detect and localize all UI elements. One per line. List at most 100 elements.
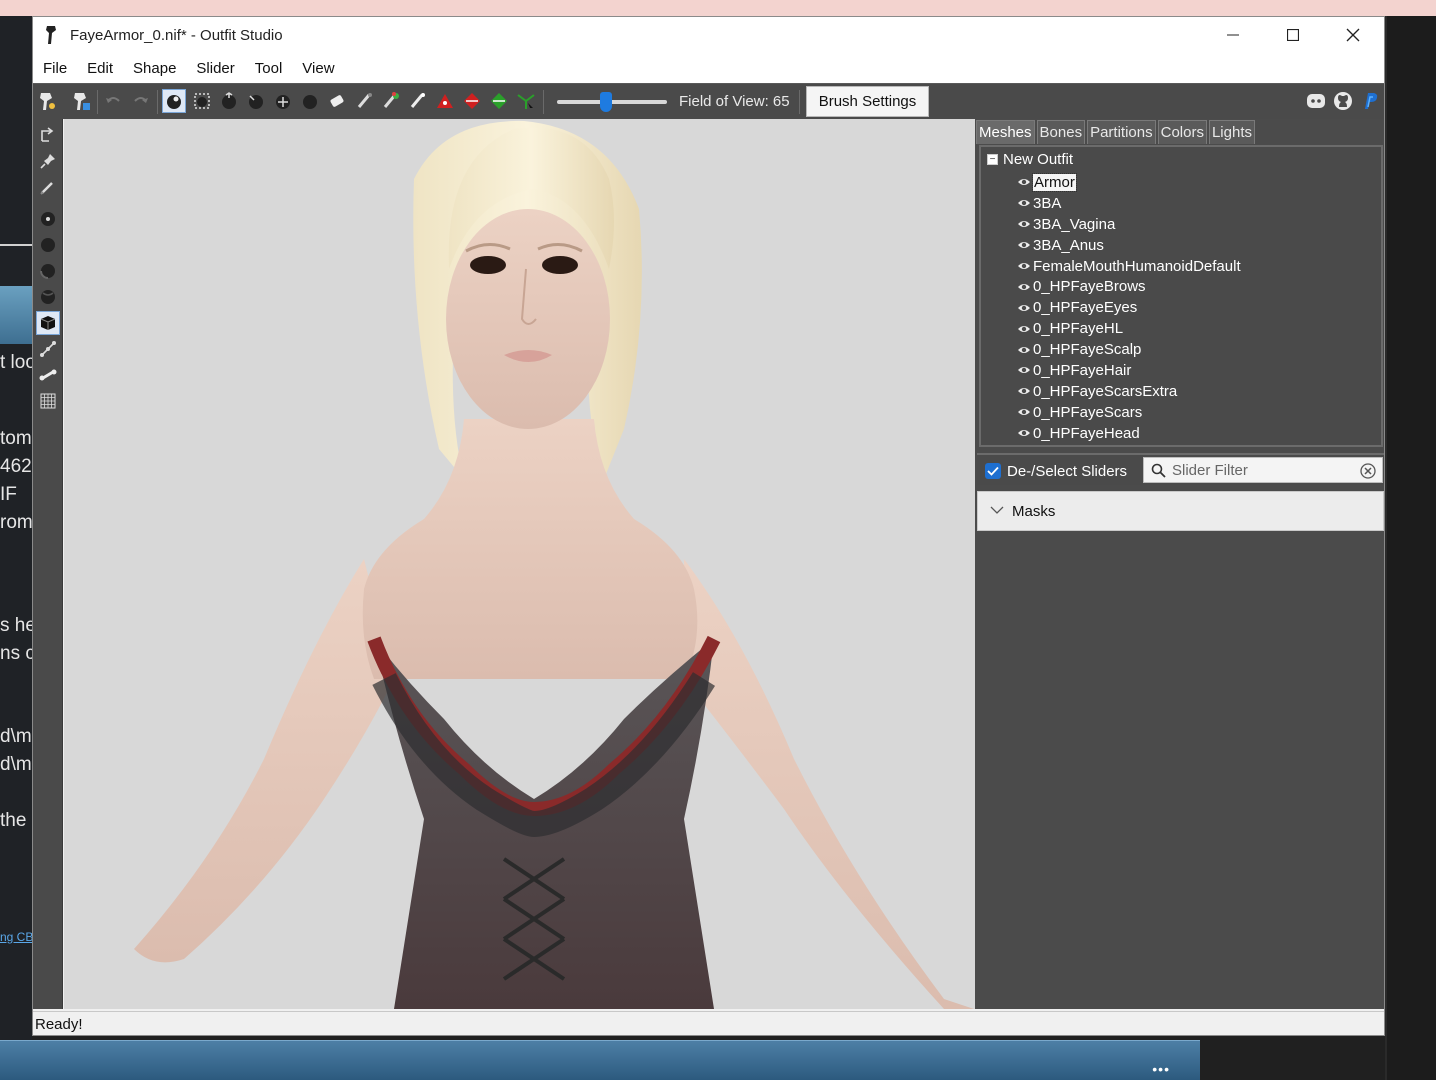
- weight-brush-button[interactable]: [353, 89, 377, 113]
- window-title: FayeArmor_0.nif* - Outfit Studio: [70, 27, 283, 44]
- deselect-sliders-checkbox[interactable]: [985, 463, 1001, 479]
- mesh-tree[interactable]: − New Outfit Armor 3BA 3BA_Vagina 3BA_Anus F…: [979, 145, 1383, 447]
- eye-icon[interactable]: [1017, 406, 1033, 418]
- eye-icon[interactable]: [1017, 302, 1033, 314]
- mesh-name: 0_HPFayeBrows: [1033, 278, 1146, 296]
- mesh-item[interactable]: FemaleMouthHumanoidDefault: [1017, 256, 1241, 277]
- menu-slider[interactable]: Slider: [196, 60, 234, 77]
- minimize-button[interactable]: [1203, 17, 1263, 53]
- tab-meshes[interactable]: Meshes: [976, 120, 1035, 144]
- inflate-brush-button[interactable]: [217, 89, 241, 113]
- eye-icon[interactable]: [1017, 364, 1033, 376]
- mesh-item[interactable]: 3BA: [1017, 193, 1241, 214]
- redo-button[interactable]: [129, 89, 153, 113]
- outfit-studio-window: FayeArmor_0.nif* - Outfit Studio File Ed…: [32, 16, 1385, 1036]
- eye-icon[interactable]: [1017, 239, 1033, 251]
- eye-icon[interactable]: [1017, 218, 1033, 230]
- pin-icon: [40, 154, 55, 169]
- vertex-edit-button[interactable]: [36, 175, 60, 199]
- wireframe-button[interactable]: [36, 233, 60, 257]
- tab-partitions[interactable]: Partitions: [1087, 120, 1156, 144]
- bone-icon: [39, 369, 57, 381]
- brush-settings-button[interactable]: Brush Settings: [806, 86, 929, 117]
- eye-icon[interactable]: [1017, 427, 1033, 439]
- mesh-item[interactable]: 0_HPFayeScars: [1017, 402, 1241, 423]
- eye-icon[interactable]: [1017, 197, 1033, 209]
- discord-icon: [1307, 94, 1325, 108]
- mesh-item[interactable]: 0_HPFayeEyes: [1017, 297, 1241, 318]
- tree-root-item[interactable]: − New Outfit: [987, 151, 1073, 168]
- menu-shape[interactable]: Shape: [133, 60, 176, 77]
- slider-filter-input[interactable]: [1172, 461, 1352, 479]
- show-points-button[interactable]: [36, 207, 60, 231]
- slider-filter[interactable]: [1143, 457, 1383, 483]
- 3d-viewport[interactable]: [64, 119, 975, 1009]
- tab-colors[interactable]: Colors: [1157, 120, 1207, 144]
- smooth-brush-button[interactable]: [298, 89, 322, 113]
- flip-edge-button[interactable]: [460, 89, 484, 113]
- eye-icon[interactable]: [1017, 344, 1033, 356]
- close-button[interactable]: [1323, 17, 1383, 53]
- bones-view-button[interactable]: [36, 337, 60, 361]
- menu-file[interactable]: File: [43, 60, 67, 77]
- maximize-button[interactable]: [1263, 17, 1323, 53]
- mask-brush-button[interactable]: [190, 89, 214, 113]
- save-project-button[interactable]: [69, 89, 93, 113]
- collapse-vertex-button[interactable]: [433, 89, 457, 113]
- pivot-tool-button[interactable]: [36, 149, 60, 173]
- menu-edit[interactable]: Edit: [87, 60, 113, 77]
- mesh-item[interactable]: 0_HPFayeHair: [1017, 360, 1241, 381]
- background-text: d\m: [0, 726, 32, 747]
- paypal-button[interactable]: [1359, 89, 1381, 113]
- move-vertex-button[interactable]: [514, 89, 538, 113]
- undiff-brush-button[interactable]: [325, 89, 349, 113]
- mesh-item[interactable]: 0_HPFayeScalp: [1017, 339, 1241, 360]
- close-icon: [1346, 28, 1360, 42]
- mesh-name: Armor: [1032, 172, 1077, 192]
- title-bar[interactable]: FayeArmor_0.nif* - Outfit Studio: [33, 17, 1384, 53]
- mesh-item[interactable]: 3BA_Vagina: [1017, 214, 1241, 235]
- collapse-icon[interactable]: −: [987, 154, 998, 165]
- mask-view-button[interactable]: [36, 311, 60, 335]
- eye-icon[interactable]: [1017, 281, 1033, 293]
- discord-button[interactable]: [1305, 89, 1327, 113]
- background-taskbar: •••: [0, 1040, 1200, 1080]
- mesh-item[interactable]: 0_HPFayeHL: [1017, 318, 1241, 339]
- mesh-item[interactable]: 0_HPFayeScarsExtra: [1017, 381, 1241, 402]
- undo-button[interactable]: [101, 89, 125, 113]
- background-text: 462: [0, 456, 32, 477]
- split-edge-button[interactable]: [487, 89, 511, 113]
- tab-lights[interactable]: Lights: [1208, 120, 1255, 144]
- github-button[interactable]: [1332, 89, 1354, 113]
- undo-icon: [106, 97, 120, 103]
- fov-slider-track[interactable]: [557, 100, 667, 104]
- menu-tool[interactable]: Tool: [255, 60, 283, 77]
- eye-icon[interactable]: [1017, 260, 1033, 272]
- lighting-button[interactable]: [36, 259, 60, 283]
- select-brush-button[interactable]: [162, 89, 186, 113]
- move-brush-button[interactable]: [271, 89, 295, 113]
- deselect-sliders-label[interactable]: De-/Select Sliders: [1007, 463, 1127, 480]
- eye-icon[interactable]: [1017, 176, 1033, 188]
- tab-bones[interactable]: Bones: [1036, 120, 1086, 144]
- deflate-brush-button[interactable]: [244, 89, 268, 113]
- textures-button[interactable]: [36, 285, 60, 309]
- floor-grid-button[interactable]: [36, 389, 60, 413]
- eye-icon[interactable]: [1017, 323, 1033, 335]
- menu-view[interactable]: View: [302, 60, 334, 77]
- mesh-item[interactable]: 0_HPFayeBrows: [1017, 276, 1241, 297]
- fov-slider-thumb[interactable]: [600, 92, 612, 112]
- mesh-item[interactable]: 0_HPFayeHead: [1017, 423, 1241, 444]
- clear-icon[interactable]: [1360, 463, 1376, 479]
- bone-tool-button[interactable]: [36, 363, 60, 387]
- color-brush-button[interactable]: [379, 89, 403, 113]
- eye-icon[interactable]: [1017, 385, 1033, 397]
- triangle-icon: [437, 94, 453, 108]
- mesh-item[interactable]: 3BA_Anus: [1017, 235, 1241, 256]
- alpha-brush-button[interactable]: [406, 89, 430, 113]
- mesh-item[interactable]: Armor: [1017, 172, 1241, 193]
- transform-tool-button[interactable]: [36, 123, 60, 147]
- redo-icon: [134, 97, 148, 103]
- load-project-button[interactable]: [35, 89, 59, 113]
- masks-section[interactable]: Masks: [977, 491, 1384, 531]
